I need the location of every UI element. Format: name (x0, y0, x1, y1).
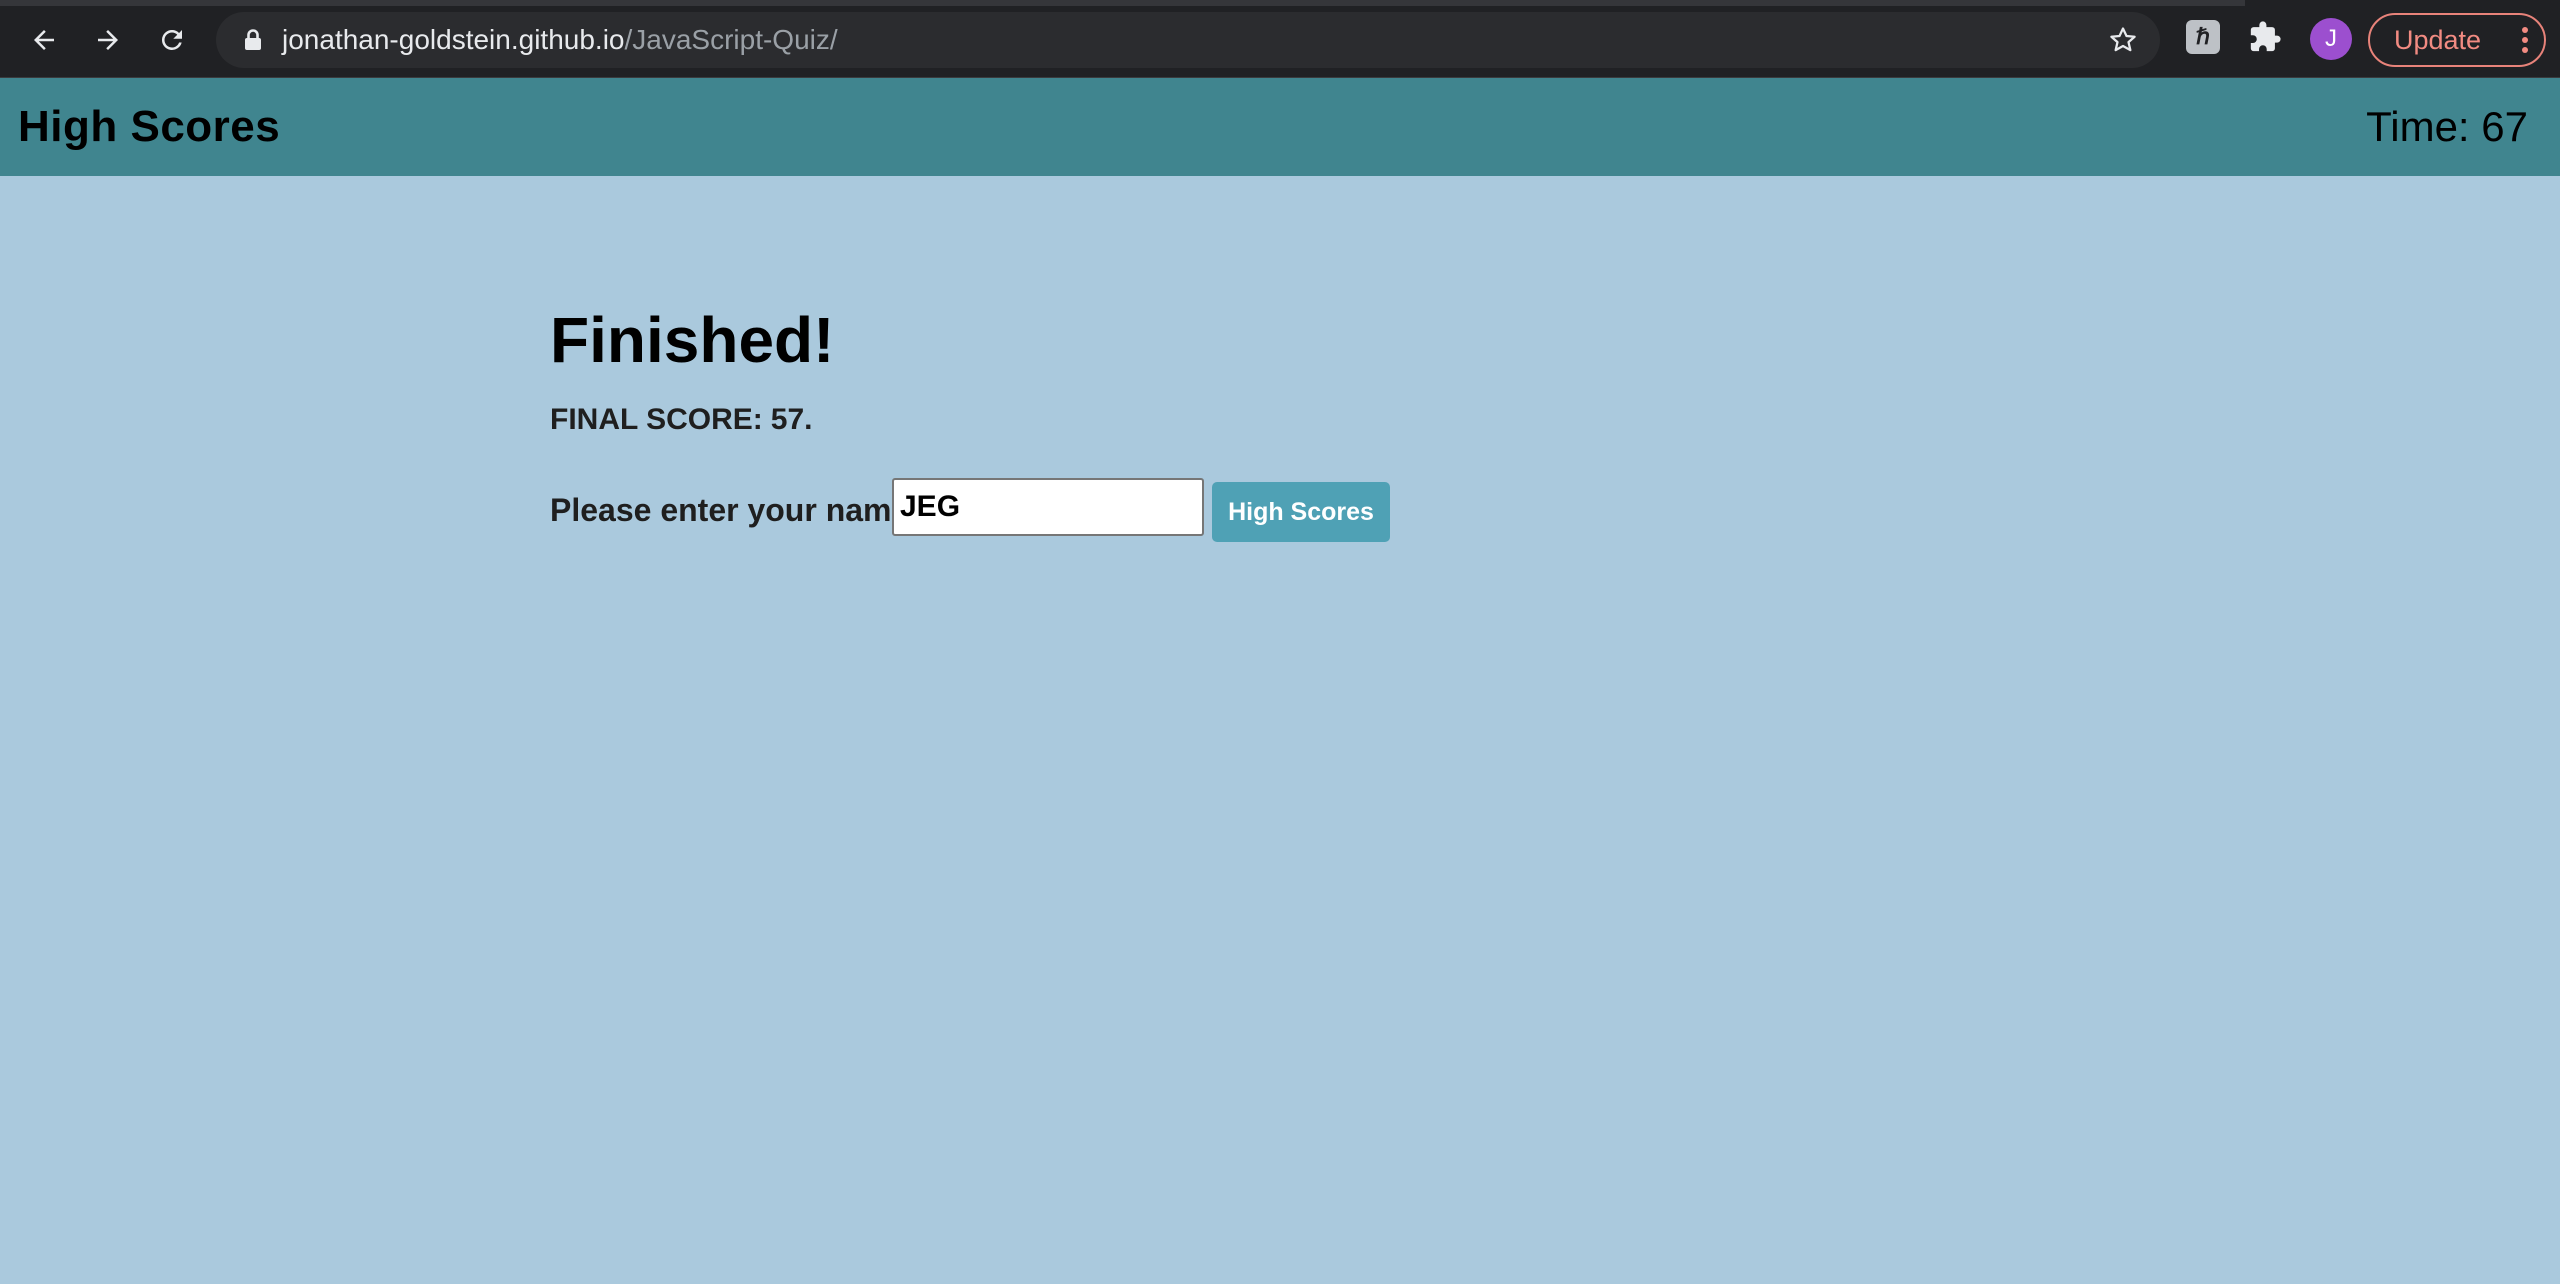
url-path: /JavaScript-Quiz/ (624, 24, 838, 55)
time-value: 67 (2481, 103, 2528, 150)
timer: Time: 67 (2366, 78, 2528, 176)
final-score-value: 57. (770, 403, 813, 436)
reload-icon (161, 29, 182, 50)
name-label: Please enter your name: (550, 492, 920, 528)
url-host: jonathan-goldstein.github.io (282, 24, 625, 55)
url-text[interactable]: jonathan-goldstein.github.io/JavaScript-… (282, 12, 838, 68)
high-scores-link[interactable]: High Scores (18, 78, 280, 176)
back-button[interactable] (18, 14, 70, 66)
name-form: Please enter your name: High Scores (550, 478, 1750, 542)
time-label: Time: (2366, 103, 2470, 150)
submit-high-scores-button[interactable]: High Scores (1212, 482, 1390, 542)
update-button[interactable]: Update (2368, 13, 2546, 67)
forward-button[interactable] (82, 14, 134, 66)
extensions-puzzle-icon[interactable] (2248, 20, 2282, 54)
page-header: High Scores Time: 67 (0, 78, 2560, 176)
results-panel: Finished! FINAL SCORE: 57. Please enter y… (550, 300, 1750, 542)
update-label: Update (2394, 24, 2482, 55)
bookmark-star-icon[interactable] (2108, 25, 2138, 55)
more-vertical-icon (2522, 27, 2528, 53)
extension-icon[interactable]: ℏ (2186, 20, 2220, 54)
lock-icon[interactable] (242, 28, 264, 52)
final-score-label: FINAL SCORE: (550, 403, 763, 436)
tab-strip (0, 0, 2245, 6)
name-input[interactable] (892, 478, 1204, 536)
address-bar[interactable]: jonathan-goldstein.github.io/JavaScript-… (216, 12, 2160, 68)
arrow-left-icon (34, 30, 54, 50)
reload-button[interactable] (146, 14, 198, 66)
page-title: Finished! (550, 304, 835, 376)
profile-avatar[interactable]: J (2310, 18, 2352, 60)
browser-toolbar: jonathan-goldstein.github.io/JavaScript-… (0, 0, 2560, 78)
arrow-right-icon (98, 30, 118, 50)
final-score: FINAL SCORE: 57. (550, 400, 1750, 440)
